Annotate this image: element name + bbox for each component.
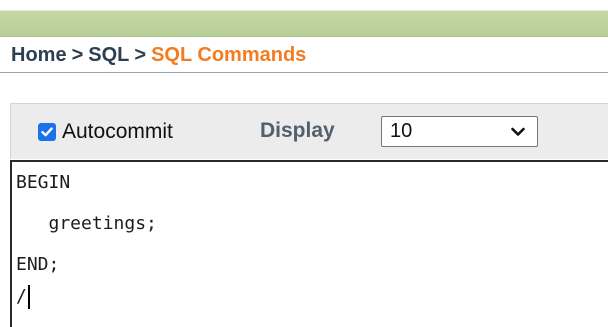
chevron-down-icon [511,127,525,136]
autocommit-toggle[interactable]: Autocommit [38,120,173,144]
autocommit-checkbox[interactable] [38,123,56,141]
checkmark-icon [41,127,53,137]
breadcrumb: Home > SQL > SQL Commands [11,37,306,73]
breadcrumb-current: SQL Commands [151,44,307,66]
code-line: BEGIN [16,172,71,193]
code-line-text: / [16,286,27,307]
breadcrumb-sql[interactable]: SQL [88,44,129,66]
breadcrumb-separator: > [71,44,84,66]
command-toolbar: Autocommit Display 10 [10,103,608,159]
header-bar [0,0,608,37]
display-rows-value: 10 [390,120,413,142]
display-label: Display [260,119,335,142]
autocommit-label: Autocommit [62,120,173,143]
breadcrumb-separator: > [134,44,147,66]
code-line: greetings; [16,213,157,234]
code-line-last: / [16,284,30,310]
code-line: END; [16,254,60,275]
breadcrumb-home[interactable]: Home [11,44,67,66]
text-caret [27,285,30,309]
display-rows-select[interactable]: 10 [381,116,538,147]
breadcrumb-divider [0,72,608,73]
sql-command-editor[interactable]: BEGIN greetings; END; / [10,160,608,327]
